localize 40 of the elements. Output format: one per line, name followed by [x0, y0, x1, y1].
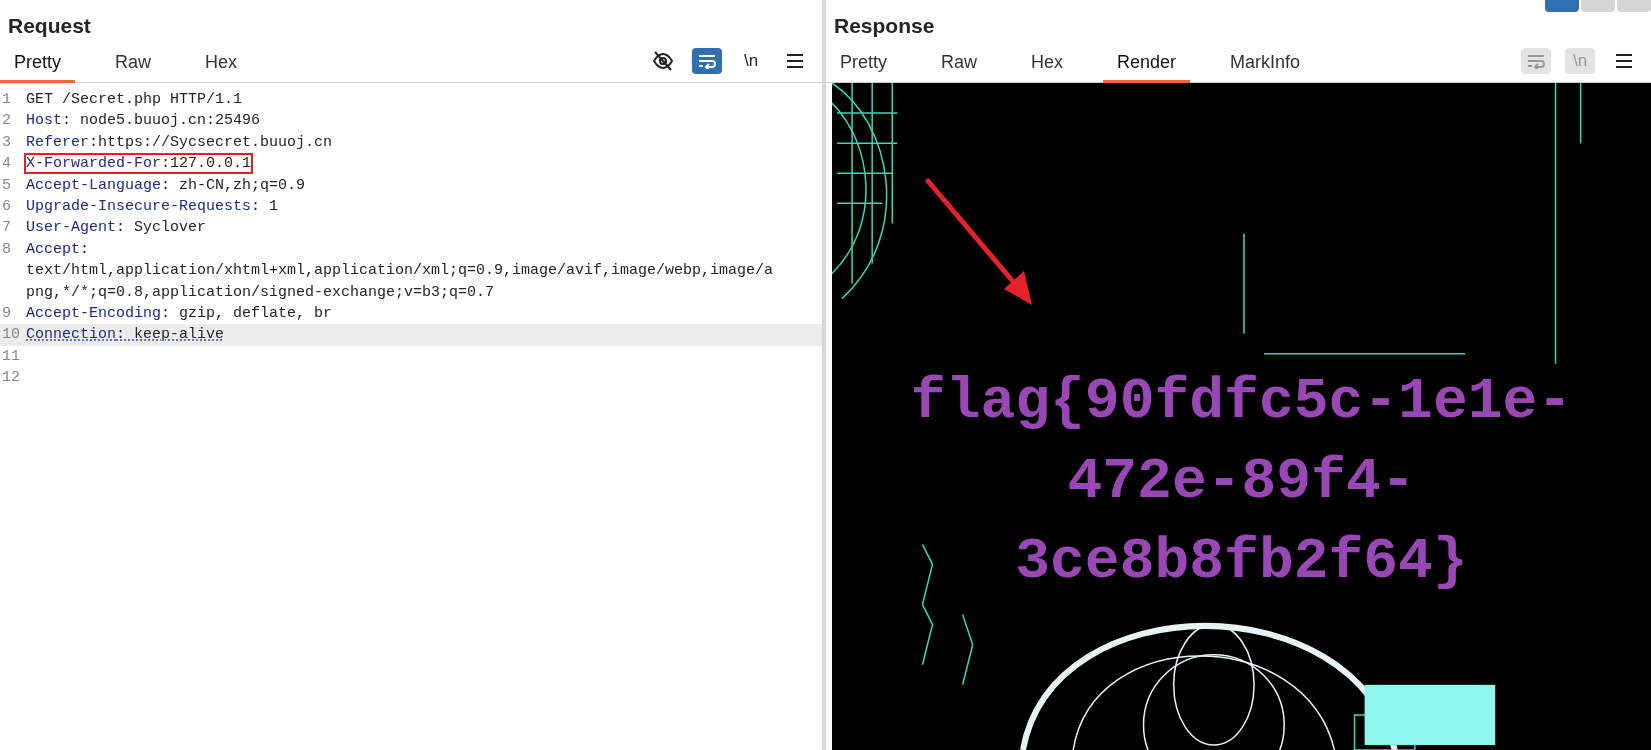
line-number: 10 — [1, 325, 20, 346]
code-line: Referer:https://Sycsecret.buuoj.cn — [26, 133, 333, 151]
request-title: Request — [8, 13, 92, 39]
tab[interactable]: Hex — [191, 38, 252, 83]
line-number: 4 — [1, 154, 12, 175]
hide-icon — [652, 50, 674, 71]
tab[interactable]: Pretty — [826, 38, 901, 83]
word-wrap-button[interactable] — [1521, 47, 1551, 74]
line-number: 2 — [1, 111, 12, 132]
code-line: X-Forwarded-For:127.0.0.1 — [26, 155, 252, 173]
tab[interactable]: Pretty — [0, 38, 75, 83]
tab[interactable]: Hex — [1017, 38, 1078, 83]
tab[interactable]: Raw — [101, 38, 166, 83]
newline-toggle-button[interactable]: \n — [736, 47, 766, 74]
wrap-icon — [1526, 52, 1546, 69]
word-wrap-button[interactable] — [692, 47, 722, 74]
code-line: Host: node5.buuoj.cn:25496 — [26, 112, 261, 130]
response-title: Response — [834, 13, 936, 39]
line-number: 11 — [1, 346, 20, 367]
line-number: 7 — [1, 218, 12, 239]
code-line: GET /Secret.php HTTP/1.1 — [26, 91, 243, 108]
line-number: 12 — [1, 368, 20, 389]
code-line: User-Agent: Syclover — [26, 219, 207, 237]
code-line: Upgrade-Insecure-Requests: 1 — [26, 198, 279, 216]
flag-text: flag{90fdfc5c-1e1e-472e-89f4-3ce8b8fb2f64} — [909, 367, 1574, 596]
line-number: 5 — [1, 175, 12, 196]
menu-icon — [786, 52, 804, 69]
line-number: 1 — [1, 90, 12, 110]
line-number: 9 — [1, 304, 12, 325]
menu-icon — [1615, 52, 1633, 69]
line-number: 6 — [1, 197, 12, 218]
code-line: Connection: keep-alive — [26, 326, 225, 344]
code-line: Accept: text/html,application/xhtml+xml,application/xml;q=0.9,image/avif,image/webp,image/apng,*/*;q=0.8,application/signed-exchange;v=b3;q=0.7 — [26, 240, 774, 301]
line-number: 8 — [1, 239, 12, 260]
tab[interactable]: Raw — [927, 38, 992, 83]
line-number: 3 — [1, 132, 12, 153]
code-line: Accept-Encoding: gzip, deflate, br — [26, 305, 333, 323]
wrap-icon — [697, 52, 717, 69]
code-line: Accept-Language: zh-CN,zh;q=0.9 — [26, 176, 306, 194]
tab[interactable]: MarkInfo — [1216, 38, 1315, 83]
